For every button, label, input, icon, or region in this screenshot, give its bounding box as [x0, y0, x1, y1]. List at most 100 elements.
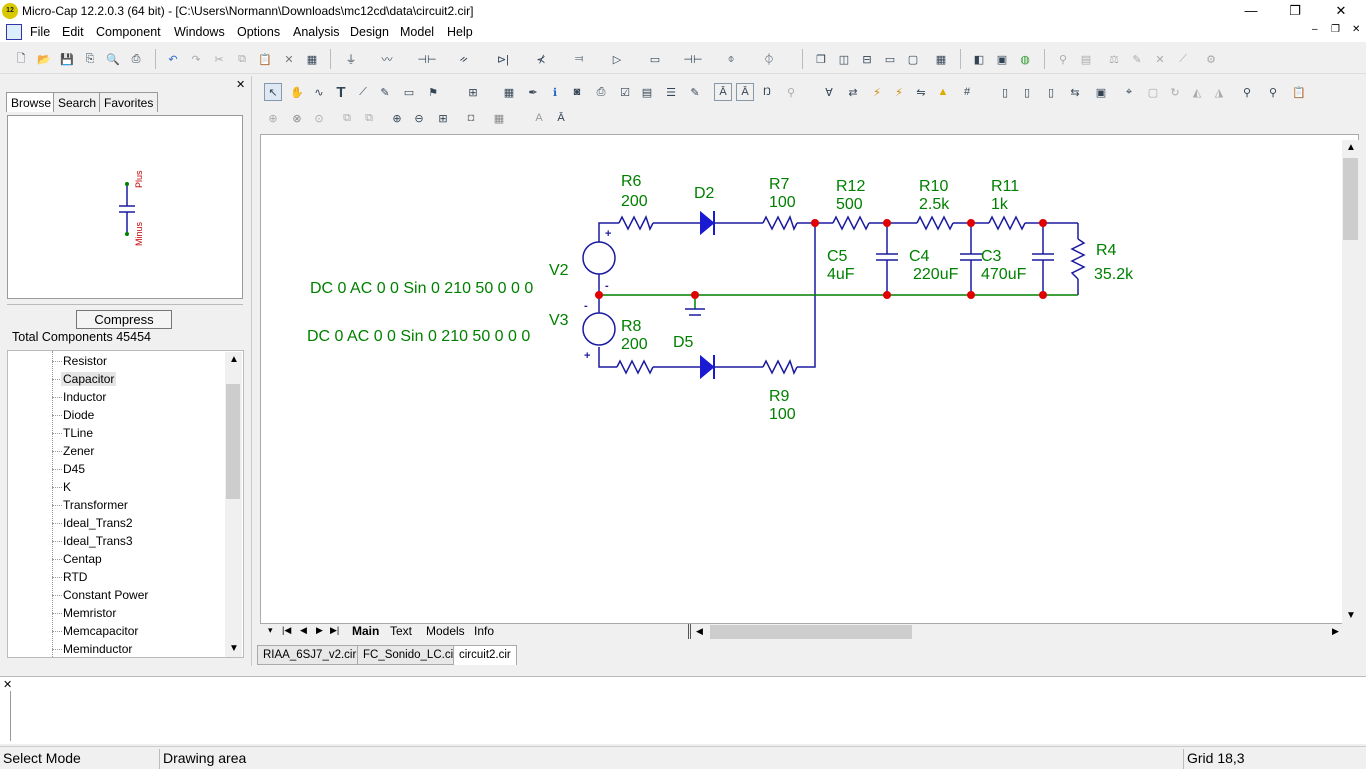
- grid-icon[interactable]: #: [958, 83, 976, 101]
- show-attributes-icon[interactable]: Ā: [714, 83, 732, 101]
- mdi-close-button[interactable]: ✕: [1352, 24, 1360, 35]
- restore-button[interactable]: ❐: [1272, 0, 1318, 22]
- title-block-icon[interactable]: ▯: [1042, 83, 1060, 101]
- canvas-vertical-scrollbar[interactable]: ▲ ▼: [1342, 140, 1359, 624]
- list-item[interactable]: Memristor: [63, 606, 116, 620]
- delete-icon[interactable]: ✕: [280, 50, 298, 68]
- maximize-window-icon[interactable]: ▢: [904, 50, 922, 68]
- tools-icon[interactable]: ✕: [1151, 50, 1169, 68]
- list-item[interactable]: Resistor: [63, 354, 107, 368]
- page-icon[interactable]: ▯: [996, 83, 1014, 101]
- list-item[interactable]: Ideal_Trans2: [63, 516, 133, 530]
- annotate-icon[interactable]: ✎: [686, 83, 704, 101]
- info-icon[interactable]: ℹ: [546, 83, 564, 101]
- scroll-right-icon[interactable]: ▶: [1332, 626, 1339, 637]
- zoom-fit-icon[interactable]: ⊞: [434, 109, 452, 127]
- scale-icon[interactable]: ⚖: [1105, 50, 1123, 68]
- front-icon[interactable]: ⧉: [338, 109, 356, 127]
- save-as-icon[interactable]: ⎘: [81, 50, 99, 68]
- list-item[interactable]: D45: [63, 462, 85, 476]
- print-icon[interactable]: ⎙: [127, 50, 145, 68]
- tab-search[interactable]: Search: [53, 92, 102, 112]
- menu-help[interactable]: Help: [447, 25, 473, 39]
- tile-horizontal-icon[interactable]: ⊟: [858, 50, 876, 68]
- camera-icon[interactable]: ◘: [462, 109, 480, 127]
- chart-icon[interactable]: ⟋: [1174, 50, 1192, 68]
- subckt-icon[interactable]: ▭: [646, 50, 664, 68]
- list-item[interactable]: Memcapacitor: [63, 624, 138, 638]
- cancel-circle-icon[interactable]: ⊗: [288, 109, 306, 127]
- more-icon[interactable]: ⊙: [310, 109, 328, 127]
- cascade-icon[interactable]: ❐: [812, 50, 830, 68]
- tab-text[interactable]: Text: [390, 624, 412, 638]
- horizontal-scroll-thumb[interactable]: [710, 625, 912, 639]
- paste-icon[interactable]: 📋: [256, 50, 274, 68]
- panel-close-icon[interactable]: ✕: [236, 78, 245, 91]
- rotate-icon[interactable]: ↻: [1166, 83, 1184, 101]
- menu-design[interactable]: Design: [350, 25, 389, 39]
- show-text-icon[interactable]: Ā: [736, 83, 754, 101]
- schematic[interactable]: R6 200 D2 R7 100 R12 500 R10 2.5k R11 1k…: [261, 135, 1343, 623]
- find-icon[interactable]: ⚲: [1238, 83, 1256, 101]
- check-icon[interactable]: ☑: [616, 83, 634, 101]
- find-replace-icon[interactable]: ⚲: [1264, 83, 1282, 101]
- schematic-drawing-area[interactable]: R6 200 D2 R7 100 R12 500 R10 2.5k R11 1k…: [260, 134, 1359, 624]
- calculator-icon[interactable]: ▦: [932, 50, 950, 68]
- voltage-source-icon[interactable]: ⌽: [722, 50, 740, 68]
- tab-favorites[interactable]: Favorites: [99, 92, 159, 112]
- edit-icon[interactable]: ✎: [1128, 50, 1146, 68]
- undo-icon[interactable]: ↶: [164, 50, 182, 68]
- list-scrollbar[interactable]: ▲ ▼: [225, 352, 242, 657]
- list-item-selected[interactable]: Capacitor: [61, 372, 117, 386]
- flag-icon[interactable]: ⚑: [424, 83, 442, 101]
- document-icon[interactable]: [6, 24, 22, 40]
- binoculars-icon[interactable]: ⚲: [1054, 50, 1072, 68]
- list-item[interactable]: Inductor: [63, 390, 106, 404]
- page-scroll-icon[interactable]: ▣: [1092, 83, 1110, 101]
- splitter-handle[interactable]: [688, 624, 691, 639]
- redo-icon[interactable]: ↷: [187, 50, 205, 68]
- pen-icon[interactable]: ✒: [524, 83, 542, 101]
- tab-models[interactable]: Models: [426, 624, 465, 638]
- mosfet-icon[interactable]: ⫤: [570, 50, 588, 68]
- warning-icon[interactable]: ▲: [934, 83, 952, 101]
- menu-analysis[interactable]: Analysis: [293, 25, 340, 39]
- window-icon[interactable]: ▭: [881, 50, 899, 68]
- menu-component[interactable]: Component: [96, 25, 161, 39]
- table-icon[interactable]: ▦: [500, 83, 518, 101]
- previous-sheet-icon[interactable]: ◀: [300, 625, 307, 636]
- list-item[interactable]: Centap: [63, 552, 102, 566]
- flowchart-icon[interactable]: ⊞: [464, 83, 482, 101]
- list-item[interactable]: Ideal_Trans3: [63, 534, 133, 548]
- back-icon[interactable]: ⧉: [360, 109, 378, 127]
- file-tab-riaa[interactable]: RIAA_6SJ7_v2.cir: [257, 645, 363, 665]
- file-tab-fc-sonido[interactable]: FC_Sonido_LC.cir: [357, 645, 463, 665]
- print-preview-icon[interactable]: 🔍: [104, 50, 122, 68]
- voltage-display-icon[interactable]: ∀: [820, 83, 838, 101]
- battery-icon[interactable]: ⊣⊢: [683, 50, 702, 68]
- resistor-icon[interactable]: 〰: [378, 50, 396, 68]
- new-file-icon[interactable]: 🗋: [12, 50, 30, 68]
- list-item[interactable]: Constant Power: [63, 588, 148, 602]
- graphics-icon[interactable]: ▭: [400, 83, 418, 101]
- inductor-icon[interactable]: ᨀ: [455, 50, 473, 68]
- list-item[interactable]: TLine: [63, 426, 93, 440]
- text-tool-icon[interactable]: T: [332, 83, 350, 101]
- crossover-icon[interactable]: ⌖: [1120, 83, 1138, 101]
- plus-circle-icon[interactable]: ⊕: [264, 109, 282, 127]
- node-numbers-icon[interactable]: Ŋ: [758, 83, 776, 101]
- current-source-icon[interactable]: ⏀: [760, 50, 778, 68]
- tab-main[interactable]: Main: [352, 624, 379, 638]
- copy-icon[interactable]: ⧉: [233, 50, 251, 68]
- mdi-restore-button[interactable]: ❐: [1331, 24, 1340, 35]
- component-panel-icon[interactable]: ◧: [970, 50, 988, 68]
- pin-icon[interactable]: ⚲: [782, 83, 800, 101]
- menu-windows[interactable]: Windows: [174, 25, 225, 39]
- close-button[interactable]: ✕: [1318, 0, 1364, 22]
- dropdown-icon[interactable]: ▾: [268, 625, 273, 636]
- output-close-icon[interactable]: ✕: [3, 678, 12, 691]
- list-icon[interactable]: ☰: [662, 83, 680, 101]
- menu-options[interactable]: Options: [237, 25, 280, 39]
- ground-icon[interactable]: ⏚: [342, 50, 360, 68]
- properties-icon[interactable]: ▤: [1077, 50, 1095, 68]
